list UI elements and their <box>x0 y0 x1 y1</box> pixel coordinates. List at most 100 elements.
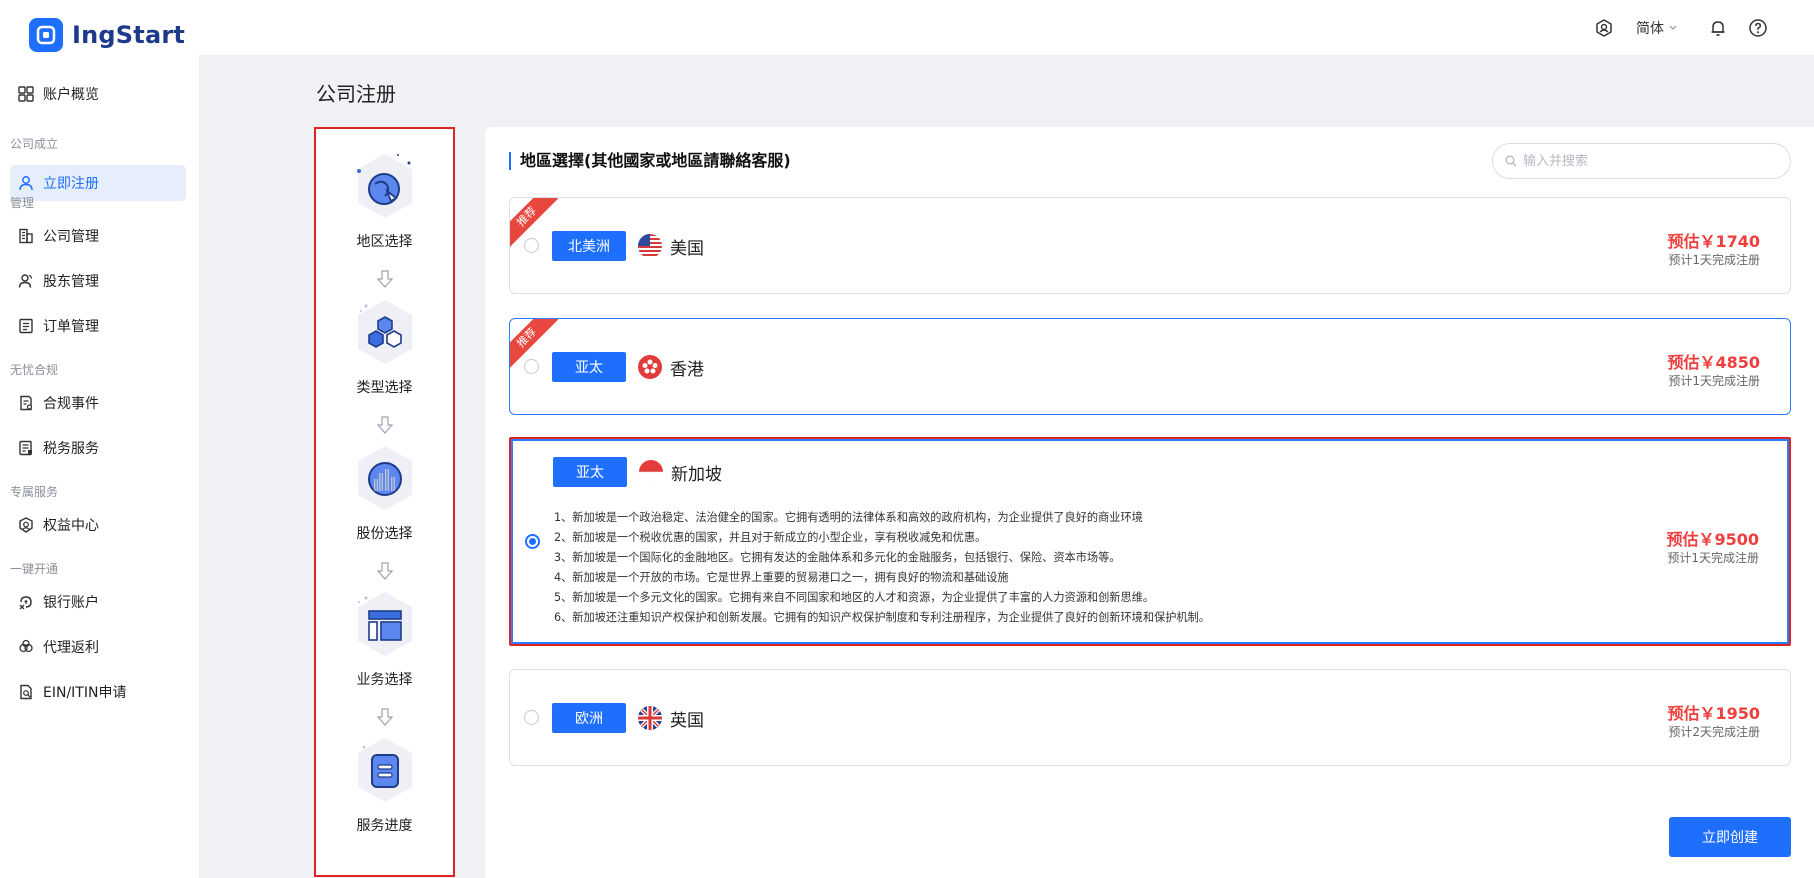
bank-icon <box>17 593 35 611</box>
search-icon <box>1505 152 1517 171</box>
region-radio[interactable] <box>524 238 539 253</box>
sidebar-item-compliance-events[interactable]: 合规事件 <box>10 385 186 421</box>
sidebar-item-label: 公司管理 <box>43 229 99 245</box>
sidebar-item-label: 订单管理 <box>43 319 99 335</box>
price-estimate: 预估￥1740 <box>1667 232 1760 251</box>
sidebar-item-label: 股东管理 <box>43 274 99 290</box>
steps-panel: 地区选择 类型选择 股份选择 业务选择 服务进度 <box>314 127 455 877</box>
region-radio[interactable] <box>524 359 539 374</box>
sidebar-item-order[interactable]: 订单管理 <box>10 308 186 344</box>
us-flag-icon <box>638 234 662 258</box>
region-card-usa[interactable]: 推荐 北美洲 美国 预估￥1740 预计1天完成注册 <box>509 197 1791 294</box>
top-bar: IngStart 简体 <box>0 0 1814 55</box>
sidebar-item-label: 合规事件 <box>43 396 99 412</box>
account-icon[interactable] <box>1590 14 1618 42</box>
sidebar-item-label: 立即注册 <box>43 176 99 192</box>
user-icon <box>17 174 35 192</box>
sidebar-item-label: 代理返利 <box>43 640 99 656</box>
description-line: 2、新加坡是一个税收优惠的国家，并且对于新成立的小型企业，享有税收减免和优惠。 <box>554 531 987 544</box>
region-card-uk[interactable]: 欧洲 英国 预估￥1950 预计2天完成注册 <box>509 669 1791 766</box>
badge-icon <box>17 516 35 534</box>
cubes-icon <box>354 297 416 367</box>
create-button[interactable]: 立即创建 <box>1669 817 1791 857</box>
step-label: 类型选择 <box>356 380 413 396</box>
step-business[interactable]: 业务选择 <box>316 589 453 689</box>
step-progress[interactable]: 服务进度 <box>316 735 453 835</box>
bell-icon[interactable] <box>1704 14 1732 42</box>
building-icon <box>17 227 35 245</box>
group-label-management: 管理 <box>10 196 35 210</box>
eta-text: 预计1天完成注册 <box>1668 374 1760 388</box>
price-estimate: 预估￥4850 <box>1667 353 1760 372</box>
step-shares[interactable]: 股份选择 <box>316 443 453 543</box>
step-region[interactable]: 地区选择 <box>316 151 453 251</box>
step-label: 股份选择 <box>356 526 413 542</box>
group-label-compliance: 无忧合规 <box>10 363 59 377</box>
sidebar-item-benefits[interactable]: 权益中心 <box>10 507 186 543</box>
order-icon <box>17 317 35 335</box>
uk-flag-icon <box>638 706 662 730</box>
arrow-down-icon <box>316 708 453 726</box>
file-search-icon <box>17 683 35 701</box>
group-label-exclusive: 专属服务 <box>10 485 59 499</box>
search-box[interactable] <box>1492 143 1791 179</box>
arrow-down-icon <box>316 416 453 434</box>
description-line: 1、新加坡是一个政治稳定、法治健全的国家。它拥有透明的法律体系和高效的政府机构，… <box>554 511 1143 524</box>
continent-tag: 欧洲 <box>552 703 626 733</box>
language-selector[interactable]: 简体 <box>1636 18 1678 38</box>
continent-tag: 亚太 <box>552 352 626 382</box>
continent-tag: 北美洲 <box>552 231 626 261</box>
hk-flag-icon <box>638 355 662 379</box>
search-input[interactable] <box>1523 153 1773 169</box>
sidebar-item-label: EIN/ITIN申请 <box>43 685 127 701</box>
step-label: 业务选择 <box>356 672 413 688</box>
sidebar-item-label: 权益中心 <box>43 518 99 534</box>
help-icon[interactable] <box>1744 14 1772 42</box>
document-check-icon <box>17 394 35 412</box>
region-card-singapore[interactable]: 亚太 新加坡 1、新加坡是一个政治稳定、法治健全的国家。它拥有透明的法律体系和高… <box>509 437 1791 646</box>
tax-icon <box>17 439 35 457</box>
arrow-down-icon <box>316 562 453 580</box>
description-line: 5、新加坡是一个多元文化的国家。它拥有来自不同国家和地区的人才和资源，为企业提供… <box>554 591 1155 604</box>
layout-icon <box>354 589 416 659</box>
page-title: 公司注册 <box>316 82 396 106</box>
logo-icon <box>29 18 63 52</box>
sg-flag-icon <box>639 460 663 484</box>
region-description: 1、新加坡是一个政治稳定、法治健全的国家。它拥有透明的法律体系和高效的政府机构，… <box>554 508 1210 628</box>
country-name: 英国 <box>670 711 704 731</box>
eta-text: 预计1天完成注册 <box>1668 253 1760 267</box>
sidebar-item-rebate[interactable]: 代理返利 <box>10 629 186 665</box>
description-line: 3、新加坡是一个国际化的金融地区。它拥有发达的金融体系和多元化的金融服务，包括银… <box>554 551 1121 564</box>
language-label: 简体 <box>1636 21 1664 37</box>
sidebar-item-shareholder[interactable]: 股东管理 <box>10 263 186 299</box>
sidebar-item-ein[interactable]: EIN/ITIN申请 <box>10 674 186 710</box>
description-line: 6、新加坡还注重知识产权保护和创新发展。它拥有的知识产权保护制度和专利注册程序，… <box>554 611 1210 624</box>
chart-icon <box>354 443 416 513</box>
sidebar-item-tax[interactable]: 税务服务 <box>10 430 186 466</box>
sidebar-item-label: 账户概览 <box>43 87 99 103</box>
progress-icon <box>354 735 416 805</box>
sidebar-item-bank[interactable]: 银行账户 <box>10 584 186 620</box>
sidebar-item-register[interactable]: 立即注册 <box>10 165 186 201</box>
step-label: 服务进度 <box>356 818 413 834</box>
step-label: 地区选择 <box>356 234 413 250</box>
sidebar-item-overview[interactable]: 账户概览 <box>10 76 186 112</box>
sidebar: 账户概览 公司成立 立即注册 管理 公司管理 股东管理 订单管理 无忧合规 合规… <box>0 55 199 878</box>
region-radio[interactable] <box>525 534 540 549</box>
coins-icon <box>17 638 35 656</box>
sidebar-item-label: 银行账户 <box>43 595 99 611</box>
sidebar-item-label: 税务服务 <box>43 441 99 457</box>
region-title: 地區選擇(其他國家或地區請聯絡客服) <box>509 152 791 170</box>
eta-text: 预计1天完成注册 <box>1667 551 1759 565</box>
continent-tag: 亚太 <box>553 457 627 487</box>
country-name: 新加坡 <box>671 465 722 485</box>
app-name: IngStart <box>72 21 186 49</box>
app-logo[interactable]: IngStart <box>29 18 185 52</box>
step-type[interactable]: 类型选择 <box>316 297 453 397</box>
eta-text: 预计2天完成注册 <box>1668 725 1760 739</box>
region-card-hongkong[interactable]: 推荐 亚太 香港 预估￥4850 预计1天完成注册 <box>509 318 1791 415</box>
region-radio[interactable] <box>524 710 539 725</box>
globe-icon <box>354 151 416 221</box>
sidebar-item-company[interactable]: 公司管理 <box>10 218 186 254</box>
country-name: 香港 <box>670 360 704 380</box>
